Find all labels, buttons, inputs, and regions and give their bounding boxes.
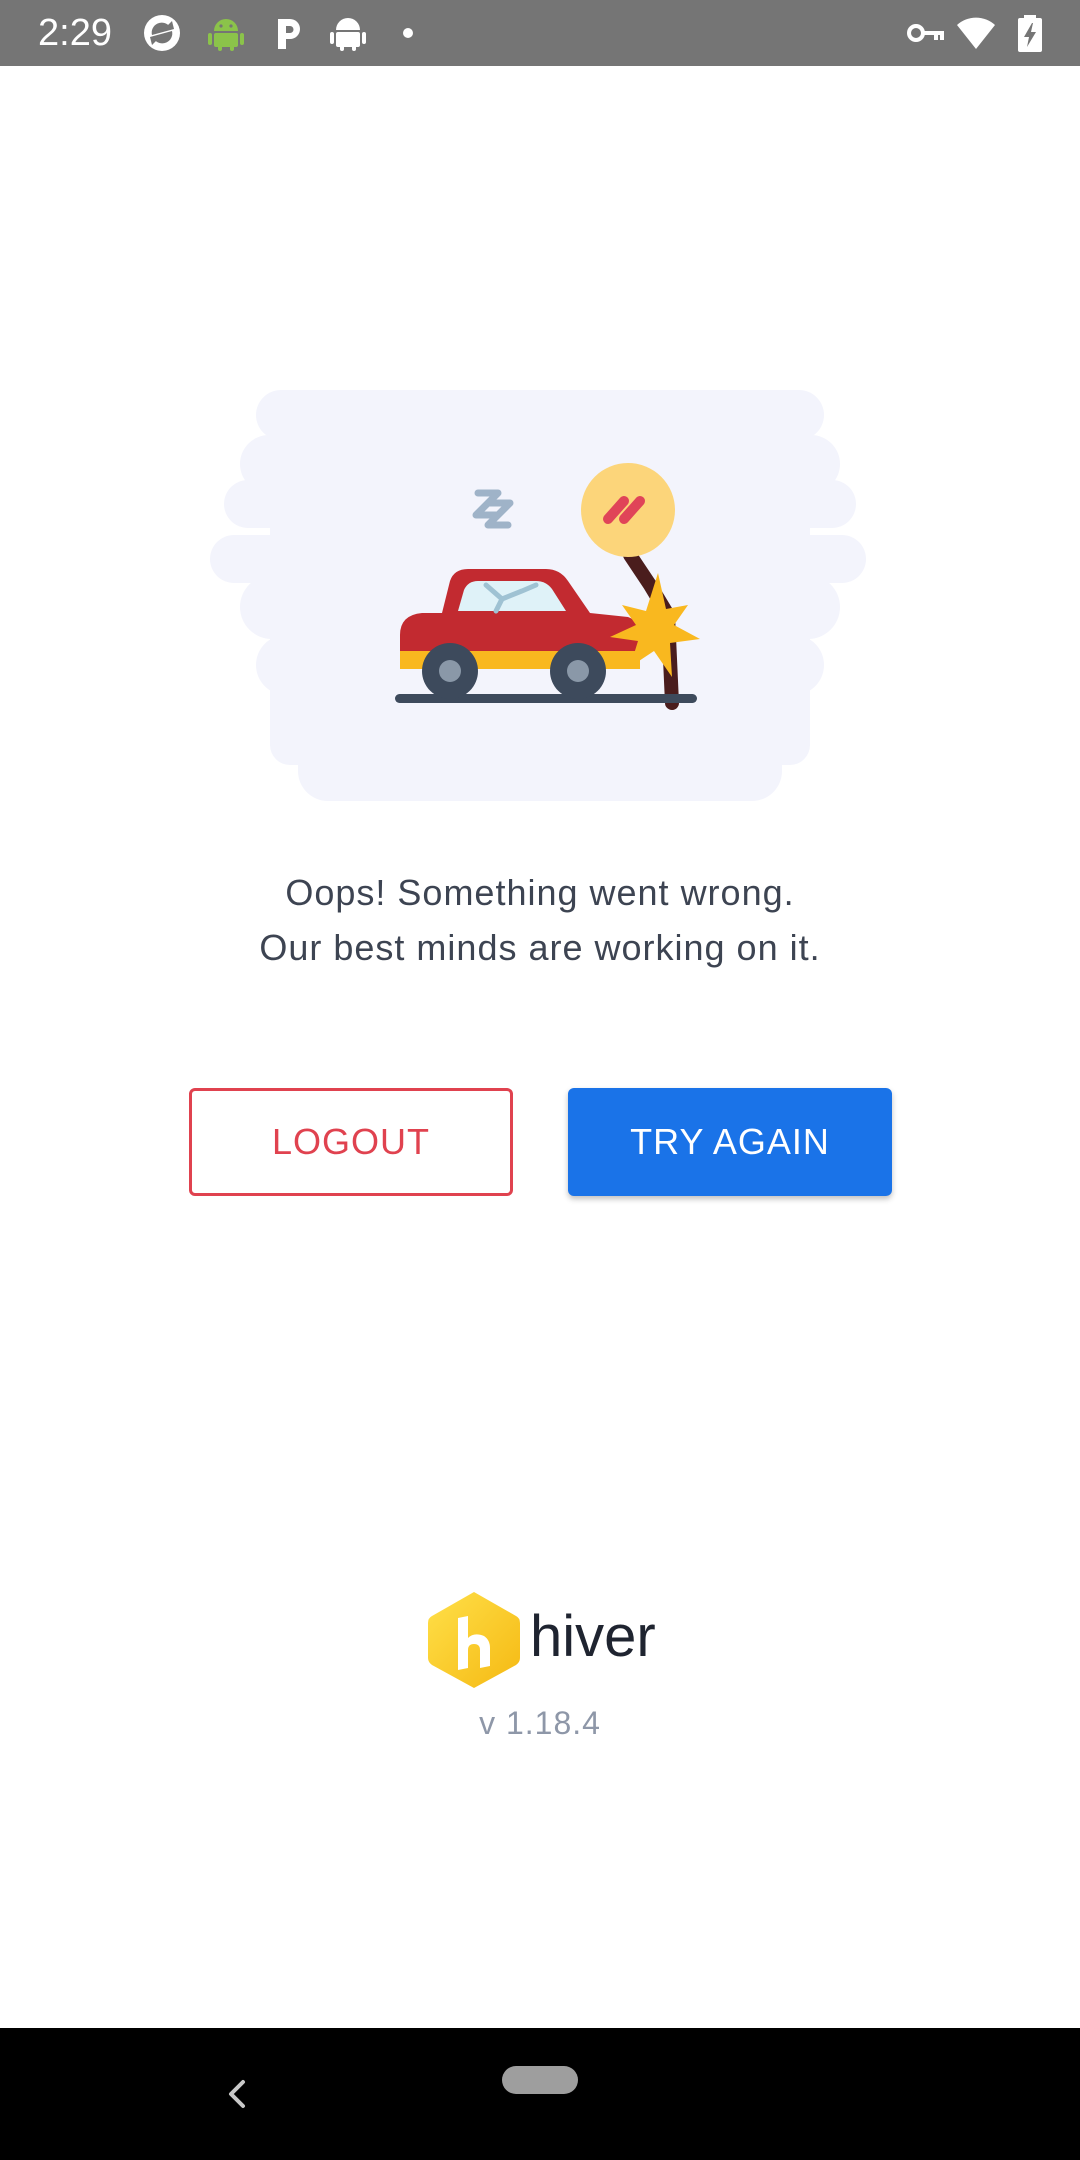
- try-again-button-label: TRY AGAIN: [630, 1121, 830, 1162]
- car-crash-illustration: [210, 385, 870, 805]
- error-message-title: Oops! Something went wrong.: [285, 872, 795, 913]
- wifi-icon: [956, 13, 996, 53]
- android-robot-icon: [328, 13, 368, 53]
- status-bar: 2:29: [0, 0, 1080, 66]
- android-icon: [206, 13, 246, 53]
- app-version: v 1.18.4: [479, 1705, 601, 1741]
- error-message-subtitle: Our best minds are working on it.: [259, 927, 821, 968]
- sync-icon: [142, 13, 182, 53]
- brand-name: hiver: [530, 1604, 656, 1669]
- logout-button[interactable]: LOGOUT: [189, 1088, 513, 1196]
- hiver-logo-icon: [424, 1588, 524, 1692]
- parking-p-icon: [268, 13, 308, 53]
- dot-icon: [398, 13, 438, 53]
- logout-button-label: LOGOUT: [271, 1121, 430, 1162]
- vpn-key-icon: [906, 13, 946, 53]
- home-pill-icon[interactable]: [502, 2066, 578, 2094]
- status-time: 2:29: [38, 12, 112, 54]
- battery-charging-icon: [1010, 13, 1050, 53]
- navigation-bar: [0, 2028, 1080, 2160]
- try-again-button[interactable]: TRY AGAIN: [568, 1088, 892, 1196]
- back-chevron-icon[interactable]: [215, 2072, 259, 2116]
